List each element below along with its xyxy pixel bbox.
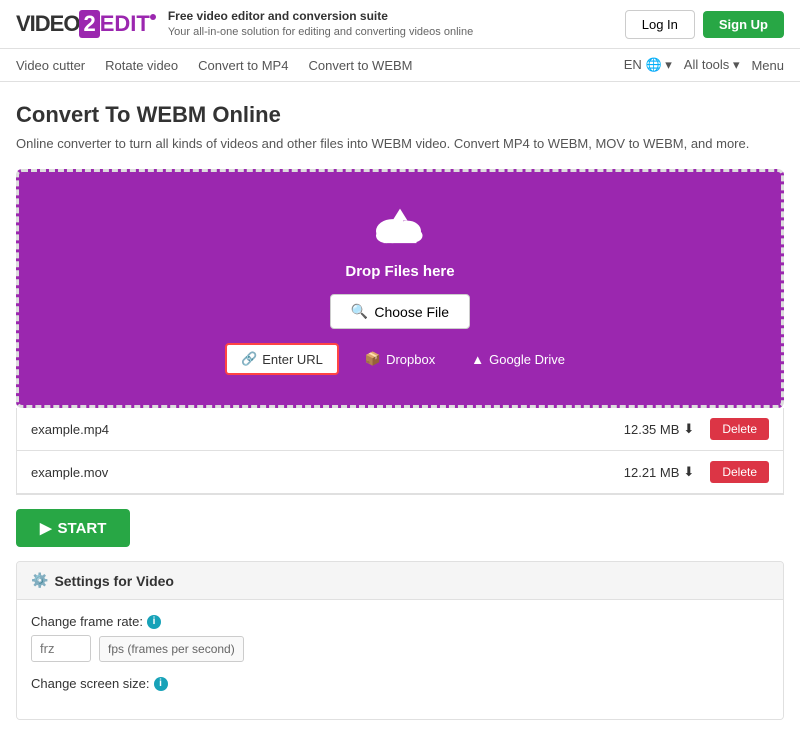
frame-rate-row: Change frame rate: i fps (frames per sec… [31, 614, 769, 662]
logo-edit: EDIT [100, 11, 150, 37]
nav-item-rotate-video[interactable]: Rotate video [105, 58, 178, 73]
search-icon: 🔍 [351, 303, 368, 320]
signup-button[interactable]: Sign Up [703, 11, 784, 38]
frame-rate-input[interactable] [31, 635, 91, 662]
screen-size-info-icon[interactable]: i [154, 677, 168, 691]
nav-item-convert-webm[interactable]: Convert to WEBM [308, 58, 412, 73]
nav: Video cutter Rotate video Convert to MP4… [0, 49, 800, 82]
upload-icon [370, 202, 430, 255]
file-size-1: 12.35 MB ⬇ [624, 421, 695, 437]
header-left: VIDEO 2 EDIT Free video editor and conve… [16, 8, 473, 40]
drop-text: Drop Files here [345, 263, 454, 280]
file-row: example.mp4 12.35 MB ⬇ Delete [17, 408, 783, 451]
main-content: Convert To WEBM Online Online converter … [0, 82, 800, 740]
nav-item-video-cutter[interactable]: Video cutter [16, 58, 85, 73]
frame-rate-info-icon[interactable]: i [147, 615, 161, 629]
dropbox-button[interactable]: 📦 Dropbox [355, 345, 445, 373]
nav-right: EN 🌐 ▾ All tools ▾ Menu [624, 57, 784, 73]
login-button[interactable]: Log In [625, 10, 695, 39]
all-tools-menu[interactable]: All tools ▾ [684, 57, 740, 73]
language-selector[interactable]: EN 🌐 ▾ [624, 57, 672, 73]
screen-size-row: Change screen size: i [31, 676, 769, 691]
logo[interactable]: VIDEO 2 EDIT [16, 10, 156, 38]
start-button[interactable]: ▶ START [16, 509, 130, 547]
header-tagline: Free video editor and conversion suite Y… [168, 8, 473, 40]
page-description: Online converter to turn all kinds of vi… [16, 136, 784, 151]
settings-gear-icon: ⚙️ [31, 572, 48, 589]
main-menu[interactable]: Menu [751, 58, 784, 73]
settings-section: ⚙️ Settings for Video Change frame rate:… [16, 561, 784, 720]
file-size-2: 12.21 MB ⬇ [624, 464, 695, 480]
logo-dot [150, 14, 156, 20]
file-name-1: example.mp4 [31, 422, 624, 437]
enter-url-button[interactable]: 🔗 Enter URL [225, 343, 339, 375]
frame-rate-label: Change frame rate: i [31, 614, 769, 629]
file-row: example.mov 12.21 MB ⬇ Delete [17, 451, 783, 494]
nav-item-convert-mp4[interactable]: Convert to MP4 [198, 58, 288, 73]
delete-button-1[interactable]: Delete [710, 418, 769, 440]
dropbox-icon: 📦 [365, 351, 381, 367]
settings-header: ⚙️ Settings for Video [17, 562, 783, 600]
frame-rate-hint: fps (frames per second) [99, 636, 244, 662]
google-drive-button[interactable]: ▲ Google Drive [461, 346, 575, 373]
settings-body: Change frame rate: i fps (frames per sec… [17, 600, 783, 719]
header-right: Log In Sign Up [625, 10, 784, 39]
delete-button-2[interactable]: Delete [710, 461, 769, 483]
file-list: example.mp4 12.35 MB ⬇ Delete example.mo… [16, 408, 784, 495]
nav-left: Video cutter Rotate video Convert to MP4… [16, 58, 413, 73]
page-title: Convert To WEBM Online [16, 102, 784, 128]
download-icon-1: ⬇ [683, 421, 694, 437]
play-icon: ▶ [40, 519, 52, 537]
upload-area[interactable]: Drop Files here 🔍 Choose File 🔗 Enter UR… [16, 169, 784, 408]
logo-2: 2 [79, 10, 99, 38]
frame-rate-input-row: fps (frames per second) [31, 635, 769, 662]
upload-options: 🔗 Enter URL 📦 Dropbox ▲ Google Drive [225, 343, 575, 375]
file-name-2: example.mov [31, 465, 624, 480]
screen-size-label: Change screen size: i [31, 676, 769, 691]
download-icon-2: ⬇ [683, 464, 694, 480]
gdrive-icon: ▲ [471, 352, 484, 367]
link-icon: 🔗 [241, 351, 257, 367]
choose-file-button[interactable]: 🔍 Choose File [330, 294, 470, 329]
header: VIDEO 2 EDIT Free video editor and conve… [0, 0, 800, 49]
logo-video: VIDEO [16, 11, 79, 37]
